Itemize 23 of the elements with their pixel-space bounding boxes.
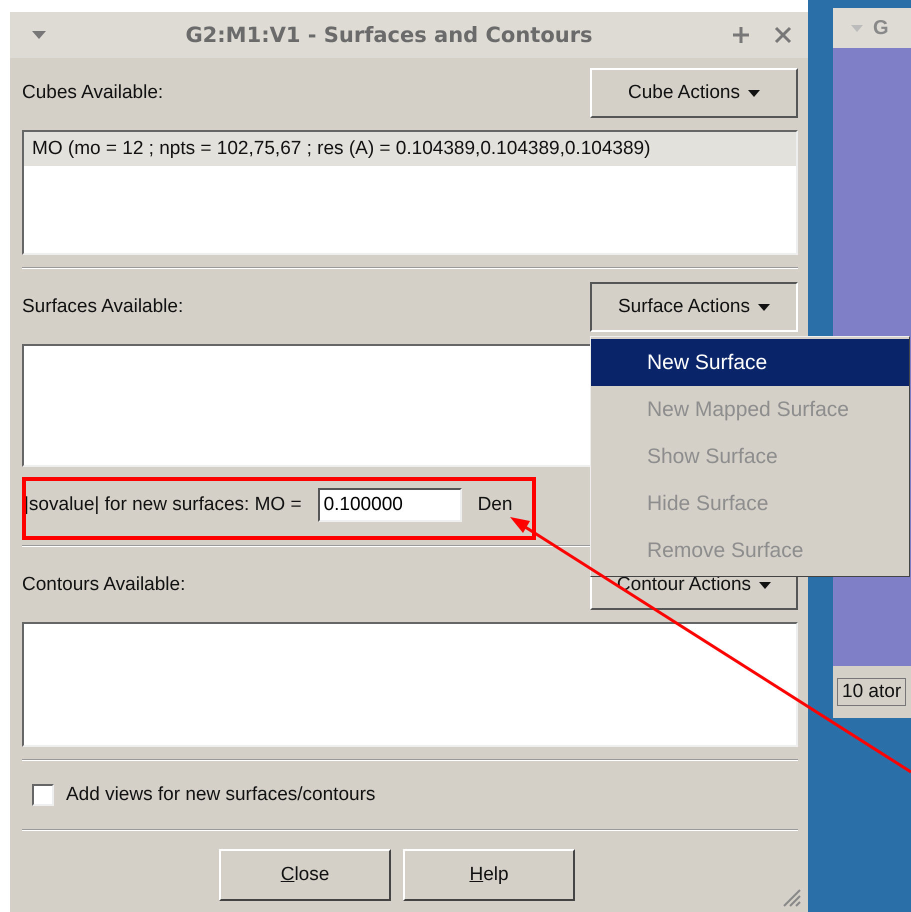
section-label: Contours Available: [22, 574, 186, 596]
help-button[interactable]: Help [403, 849, 575, 901]
plus-icon[interactable] [732, 26, 750, 44]
cube-list-item[interactable]: MO (mo = 12 ; npts = 102,75,67 ; res (A) = 0.104389,0.104389,0.104389) [24, 132, 796, 166]
close-icon[interactable] [774, 26, 792, 44]
caret-icon [758, 304, 770, 310]
caret-icon [748, 90, 760, 96]
window-title: G [873, 16, 889, 40]
close-button[interactable]: Close [219, 849, 391, 901]
section-label: Surfaces Available: [22, 296, 184, 318]
section-label: Cubes Available: [22, 82, 164, 104]
window-title: G2:M1:V1 - Surfaces and Contours [184, 23, 594, 47]
cube-actions-button[interactable]: Cube Actions [590, 68, 798, 118]
caret-icon [759, 582, 772, 588]
checkbox[interactable] [32, 784, 54, 806]
menu-item[interactable]: New Surface [591, 339, 909, 386]
isovalue-field[interactable]: 0.100000 [318, 488, 462, 522]
status-field: 10 ator [837, 678, 906, 706]
isovalue-label: |sovalue| for new surfaces: MO = [24, 494, 302, 516]
density-label: Den [478, 494, 512, 516]
checkbox-label: Add views for new surfaces/contours [66, 784, 376, 806]
surface-actions-button[interactable]: Surface Actions [590, 282, 798, 332]
menu-icon[interactable] [32, 31, 46, 39]
